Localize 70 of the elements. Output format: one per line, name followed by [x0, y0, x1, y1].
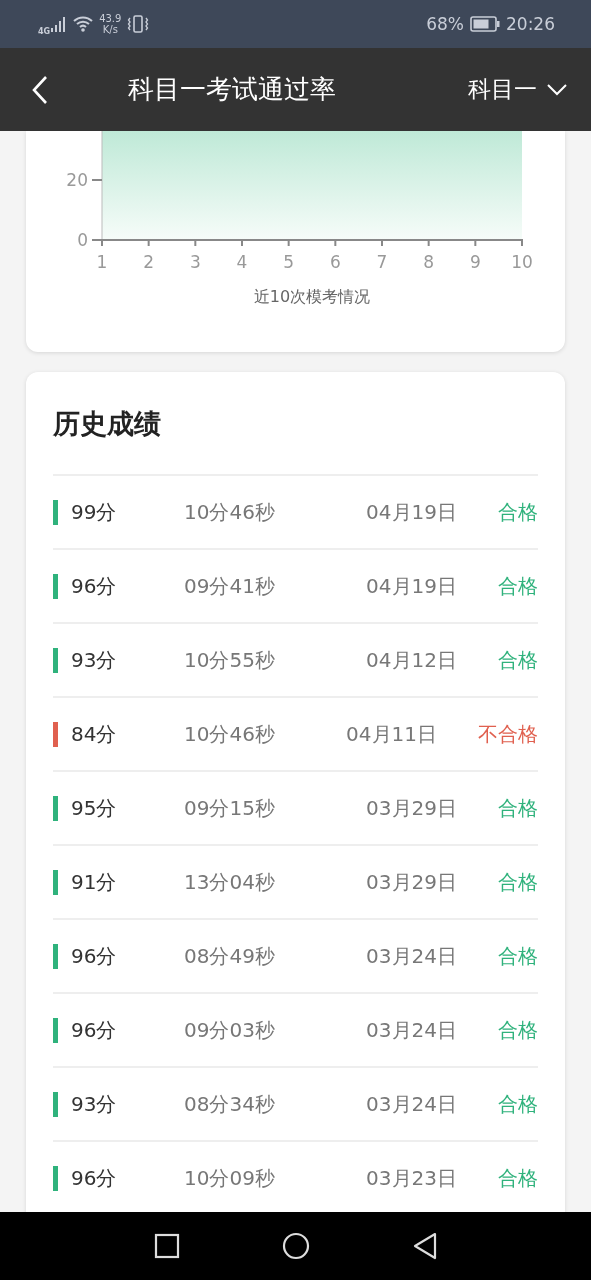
x-axis-label: 1: [96, 252, 108, 272]
result-label: 不合格: [478, 720, 538, 748]
score: 93分: [71, 646, 118, 674]
result-label: 合格: [498, 1090, 538, 1118]
duration: 10分09秒: [184, 1164, 276, 1192]
duration: 08分49秒: [184, 942, 276, 970]
x-axis-label: 3: [189, 252, 201, 272]
x-axis-label: 2: [143, 252, 155, 272]
speed-value: 43.9: [99, 13, 122, 24]
result-label: 合格: [498, 572, 538, 600]
result-label: 合格: [498, 498, 538, 526]
signal-icon: [51, 16, 68, 32]
score: 96分: [71, 942, 118, 970]
section-title: 历史成绩: [53, 372, 538, 476]
chart-caption: 近10次模考情况: [253, 287, 371, 306]
x-axis-label: 7: [376, 252, 388, 272]
score: 96分: [71, 572, 118, 600]
clock: 20:26: [506, 14, 555, 34]
exam-date: 03月29日: [366, 794, 457, 822]
speed-unit: K/s: [102, 24, 118, 35]
page-title: 科目一考试通过率: [128, 73, 336, 106]
home-button[interactable]: [281, 1232, 310, 1260]
exam-date: 04月12日: [366, 646, 457, 674]
result-label: 合格: [498, 942, 538, 970]
x-axis-label: 9: [469, 252, 481, 272]
duration: 10分46秒: [184, 720, 276, 748]
score: 96分: [71, 1164, 118, 1192]
exam-date: 03月24日: [366, 942, 457, 970]
exam-date: 04月19日: [366, 572, 457, 600]
result-label: 合格: [498, 794, 538, 822]
exam-date: 03月24日: [366, 1016, 457, 1044]
duration: 10分46秒: [184, 498, 276, 526]
exam-date: 04月19日: [366, 498, 457, 526]
exam-date: 04月11日: [346, 720, 437, 748]
x-axis-label: 6: [329, 252, 341, 272]
x-axis-label: 4: [236, 252, 248, 272]
subject-dropdown[interactable]: 科目一: [468, 74, 567, 105]
result-label: 合格: [498, 868, 538, 896]
y-axis-label: 0: [77, 230, 88, 250]
duration: 09分15秒: [184, 794, 276, 822]
score: 91分: [71, 868, 118, 896]
recent-apps-button[interactable]: [153, 1233, 180, 1259]
score: 84分: [71, 720, 118, 748]
x-axis-label: 5: [283, 252, 295, 272]
result-label: 合格: [498, 646, 538, 674]
exam-date: 03月29日: [366, 868, 457, 896]
exam-date: 03月23日: [366, 1164, 457, 1192]
battery-percent: 68%: [426, 14, 464, 34]
battery-icon: [470, 16, 500, 32]
score: 96分: [71, 1016, 118, 1044]
score: 93分: [71, 1090, 118, 1118]
vibrate-icon: [127, 15, 150, 33]
duration: 10分55秒: [184, 646, 276, 674]
result-label: 合格: [498, 1164, 538, 1192]
result-label: 合格: [498, 1016, 538, 1044]
duration: 13分04秒: [184, 868, 276, 896]
score: 95分: [71, 794, 118, 822]
score: 99分: [71, 498, 118, 526]
wifi-icon: [73, 16, 94, 32]
duration: 09分03秒: [184, 1016, 276, 1044]
back-button[interactable]: [30, 74, 50, 105]
duration: 08分34秒: [184, 1090, 276, 1118]
x-axis-label: 10: [511, 252, 533, 272]
y-axis-label: 20: [66, 170, 88, 190]
x-axis-label: 8: [423, 252, 435, 272]
exam-date: 03月24日: [366, 1090, 457, 1118]
chevron-down-icon: [547, 83, 567, 96]
back-nav-button[interactable]: [411, 1232, 438, 1260]
network-label: 4G: [38, 26, 51, 36]
duration: 09分41秒: [184, 572, 276, 600]
